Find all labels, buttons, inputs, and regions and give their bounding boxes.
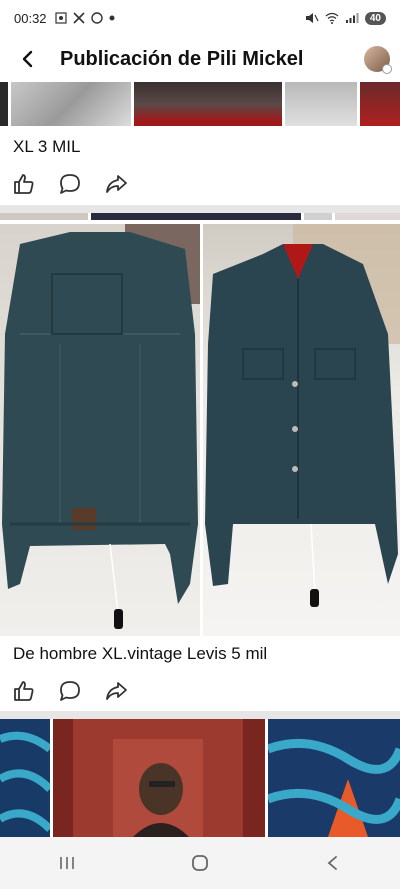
post-actions	[12, 172, 128, 196]
page-title: Publicación de Pili Mickel	[60, 47, 304, 70]
share-arrow-icon	[106, 682, 127, 700]
thumbs-up-icon	[14, 681, 34, 701]
status-right-icons: 40	[305, 11, 386, 25]
share-button[interactable]	[104, 679, 128, 703]
jacket-front-photo[interactable]	[203, 224, 400, 636]
image-thumb-pattern-left[interactable]	[0, 719, 50, 837]
comment-button[interactable]	[58, 172, 82, 196]
mute-icon	[305, 13, 319, 23]
pattern-illustration	[0, 731, 50, 832]
battery-indicator: 40	[364, 11, 386, 25]
comment-bubble-icon	[60, 681, 80, 701]
post-header: Publicación de Pili Mickel	[0, 36, 400, 82]
image-thumb-cloth[interactable]	[134, 82, 282, 126]
thumbs-up-icon	[14, 174, 34, 194]
status-left-icons	[54, 12, 115, 24]
back-button[interactable]	[10, 41, 46, 77]
image-thumb-dark[interactable]	[0, 82, 8, 126]
portrait-illustration	[53, 719, 265, 837]
share-arrow-icon	[106, 175, 127, 193]
status-time: 00:32	[14, 10, 47, 26]
image-thumb-portrait[interactable]	[53, 719, 265, 837]
system-navigation-bar	[0, 837, 400, 889]
jacket-back-photo[interactable]	[0, 224, 200, 636]
like-button[interactable]	[12, 172, 36, 196]
image-thumb-room[interactable]	[285, 82, 357, 126]
wifi-icon	[325, 12, 339, 24]
pattern-illustration	[268, 738, 400, 837]
avatar-badge	[382, 64, 392, 74]
signal-icon	[345, 13, 359, 23]
x-icon	[72, 12, 85, 24]
post-divider	[0, 205, 400, 213]
previous-post-images[interactable]	[0, 82, 400, 126]
image-thumb-pattern-right[interactable]	[268, 719, 400, 837]
post-actions	[12, 679, 128, 703]
comment-bubble-icon	[60, 174, 80, 194]
jacket-back-illustration	[2, 224, 200, 629]
image-sliver	[0, 213, 400, 220]
screenshot-icon	[54, 12, 67, 24]
image-thumb-red[interactable]	[360, 82, 400, 126]
comment-button[interactable]	[58, 679, 82, 703]
recents-icon	[59, 857, 74, 869]
notification-dot-icon	[109, 15, 115, 21]
share-button[interactable]	[104, 172, 128, 196]
status-bar: 00:32 40	[0, 0, 400, 36]
home-icon	[192, 855, 208, 871]
back-arrow-icon	[22, 50, 33, 68]
nav-back-button[interactable]	[313, 843, 353, 883]
post-divider	[0, 711, 400, 719]
post-caption: XL 3 MIL	[13, 137, 81, 156]
post-caption: De hombre XL.vintage Levis 5 mil	[13, 644, 268, 663]
facebook-messenger-icon	[90, 12, 103, 24]
jacket-front-illustration	[205, 224, 400, 607]
image-thumb-silver[interactable]	[11, 82, 131, 126]
home-button[interactable]	[180, 843, 220, 883]
avatar[interactable]	[364, 46, 392, 74]
like-button[interactable]	[12, 679, 36, 703]
recents-button[interactable]	[47, 843, 87, 883]
back-chevron-icon	[327, 856, 338, 870]
